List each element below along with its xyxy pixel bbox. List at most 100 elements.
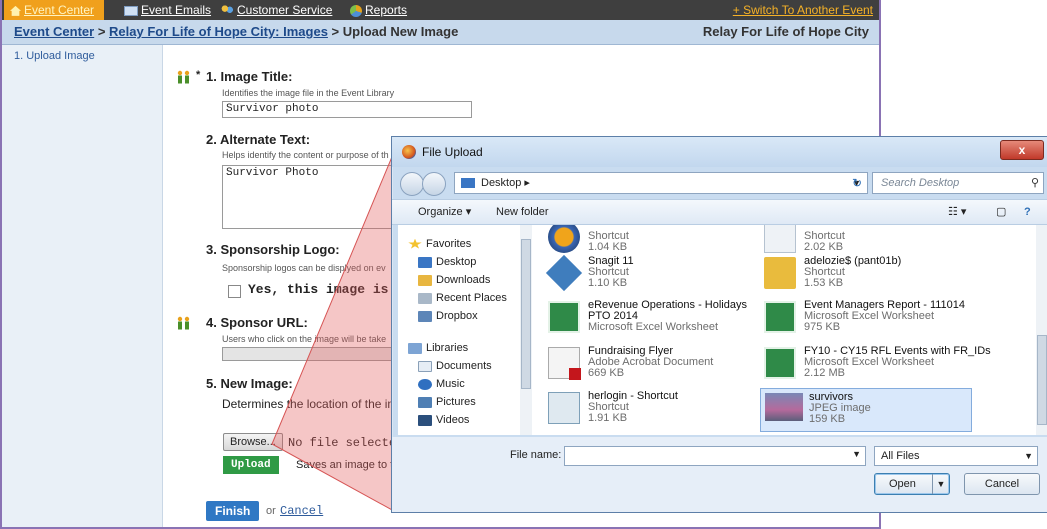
nav-event-emails[interactable]: Event Emails (124, 0, 211, 20)
breadcrumb: Event Center > Relay For Life of Hope Ci… (2, 20, 879, 45)
sponsorship-logo-label: 3. Sponsorship Logo: (206, 242, 340, 257)
nav-label: Reports (365, 3, 408, 17)
pictures-icon (418, 396, 432, 408)
cancel-button[interactable]: Cancel (964, 473, 1040, 495)
file-item[interactable]: Fundraising Flyer Adobe Acrobat Document… (548, 345, 768, 385)
file-item[interactable]: FY10 - CY15 RFL Events with FR_IDs Micro… (764, 345, 991, 385)
alternate-text-hint: Helps identify the content or purpose of… (222, 150, 389, 160)
file-item[interactable]: adelozie$ (pant01b) Shortcut 1.53 KB (764, 255, 984, 295)
upload-button[interactable]: Upload (223, 456, 279, 474)
sidebar: 1. Upload Image (2, 45, 163, 527)
nav-pictures[interactable]: Pictures (418, 393, 476, 411)
nav-downloads[interactable]: Downloads (418, 271, 490, 289)
file-type: Microsoft Excel Worksheet (588, 321, 719, 333)
breadcrumb-event-center[interactable]: Event Center (14, 24, 94, 39)
required-marker: * (196, 69, 201, 81)
preview-pane-icon[interactable]: ▢ (996, 200, 1006, 224)
file-list: Shortcut 1.04 KB Shortcut 2.02 KB Snagit… (538, 225, 1038, 435)
chevron-down-icon[interactable]: ▼ (1024, 447, 1033, 465)
home-icon (10, 5, 21, 16)
view-options-icon[interactable]: ☷ ▾ (948, 200, 966, 224)
event-name: Relay For Life of Hope City (702, 24, 869, 39)
file-upload-dialog: File Upload x Desktop ▸ ▼ ↻ Search Deskt… (391, 136, 1047, 513)
finish-button[interactable]: Finish (206, 501, 260, 521)
desktop-icon (461, 178, 475, 188)
nav-dropbox[interactable]: Dropbox (418, 307, 478, 325)
file-item-selected[interactable]: survivors JPEG image 159 KB (760, 388, 972, 432)
nav-favorites[interactable]: Favorites (408, 235, 471, 253)
file-size: 1.91 KB (588, 412, 628, 424)
nav-reports[interactable]: Reports (350, 0, 407, 20)
nav-music-label: Music (436, 378, 465, 390)
refresh-icon[interactable]: ↻ (852, 176, 866, 190)
forward-button[interactable] (422, 172, 446, 196)
file-item[interactable]: Shortcut 1.04 KB (548, 225, 768, 259)
file-list-scrollbar[interactable] (1036, 225, 1047, 435)
search-input[interactable]: Search Desktop ⚲ (872, 172, 1044, 194)
nav-pane-scrollbar[interactable] (520, 225, 532, 435)
nav-desktop-label: Desktop (436, 256, 477, 268)
nav-label: Event Emails (141, 3, 212, 17)
organize-button[interactable]: Organize ▾ (418, 200, 471, 224)
nav-customer-service[interactable]: Customer Service (220, 0, 332, 20)
snagit-icon (545, 254, 583, 292)
nav-videos-label: Videos (436, 414, 470, 426)
address-bar: Desktop ▸ ▼ ↻ Search Desktop ⚲ (398, 171, 1044, 196)
sponsorship-checkbox[interactable] (228, 285, 241, 298)
back-button[interactable] (400, 172, 424, 196)
navigation-pane: Favorites Desktop Downloads Recent Place… (398, 225, 539, 435)
file-item[interactable]: herlogin - Shortcut Shortcut 1.91 KB (548, 390, 768, 430)
image-title-input[interactable]: Survivor photo (222, 101, 472, 118)
nav-pictures-label: Pictures (436, 396, 476, 408)
open-button-label: Open (889, 478, 916, 490)
chevron-down-icon[interactable]: ▼ (852, 449, 861, 459)
open-button[interactable]: Open ▼ (874, 473, 950, 495)
documents-icon (418, 360, 432, 372)
file-name-input[interactable]: ▼ (564, 446, 866, 466)
sponsor-url-input[interactable] (222, 347, 397, 361)
chevron-down-icon[interactable]: ▼ (932, 474, 949, 494)
nav-dropbox-label: Dropbox (436, 310, 478, 322)
nav-videos[interactable]: Videos (418, 411, 469, 429)
search-placeholder: Search Desktop (881, 177, 960, 189)
file-item[interactable]: Snagit 11 Shortcut 1.10 KB (545, 254, 768, 295)
nav-music[interactable]: Music (418, 375, 465, 393)
help-icon[interactable]: ? (1024, 200, 1031, 224)
required-people-icon (176, 316, 192, 330)
cancel-link[interactable]: Cancel (280, 504, 323, 518)
firefox-icon (402, 145, 416, 159)
file-size: 159 KB (809, 413, 846, 425)
breadcrumb-images[interactable]: Relay For Life of Hope City: Images (109, 24, 328, 39)
dialog-title-bar[interactable]: File Upload x (392, 137, 1047, 167)
new-folder-button[interactable]: New folder (496, 200, 549, 224)
pdf-icon (548, 347, 581, 380)
dialog-toolbar: Organize ▾ New folder ☷ ▾ ▢ ? (392, 199, 1047, 225)
browse-button[interactable]: Browse... (223, 433, 283, 451)
file-type-filter-value: All Files (881, 450, 920, 462)
breadcrumb-current: > Upload New Image (331, 24, 459, 39)
nav-desktop[interactable]: Desktop (418, 253, 476, 271)
nav-libraries[interactable]: Libraries (408, 339, 468, 357)
file-type-filter[interactable]: All Files ▼ (874, 446, 1038, 466)
nav-documents[interactable]: Documents (418, 357, 492, 375)
excel-icon (764, 347, 796, 379)
nav-label: Event Center (24, 3, 95, 17)
firefox-shortcut-icon (548, 225, 580, 253)
close-button[interactable]: x (1000, 140, 1044, 160)
address-box[interactable]: Desktop ▸ ▼ (454, 172, 868, 194)
libraries-icon (408, 342, 422, 354)
nav-label: Customer Service (237, 3, 333, 17)
file-item[interactable]: eRevenue Operations - Holidays PTO 2014 … (548, 299, 768, 339)
file-item[interactable]: Shortcut 2.02 KB (764, 225, 984, 259)
switch-event-link[interactable]: + Switch To Another Event (733, 0, 873, 20)
shortcut-icon (764, 225, 796, 253)
reports-icon (350, 4, 362, 17)
file-item[interactable]: Event Managers Report - 111014 Microsoft… (764, 299, 984, 339)
script-shortcut-icon (548, 392, 580, 424)
sidebar-item-upload-image[interactable]: 1. Upload Image (2, 45, 162, 67)
new-image-hint: Determines the location of the imag (222, 397, 411, 411)
nav-event-center[interactable]: Event Center (4, 0, 104, 20)
search-icon[interactable]: ⚲ (1031, 173, 1039, 193)
downloads-icon (418, 274, 432, 286)
nav-recent-places[interactable]: Recent Places (418, 289, 507, 307)
